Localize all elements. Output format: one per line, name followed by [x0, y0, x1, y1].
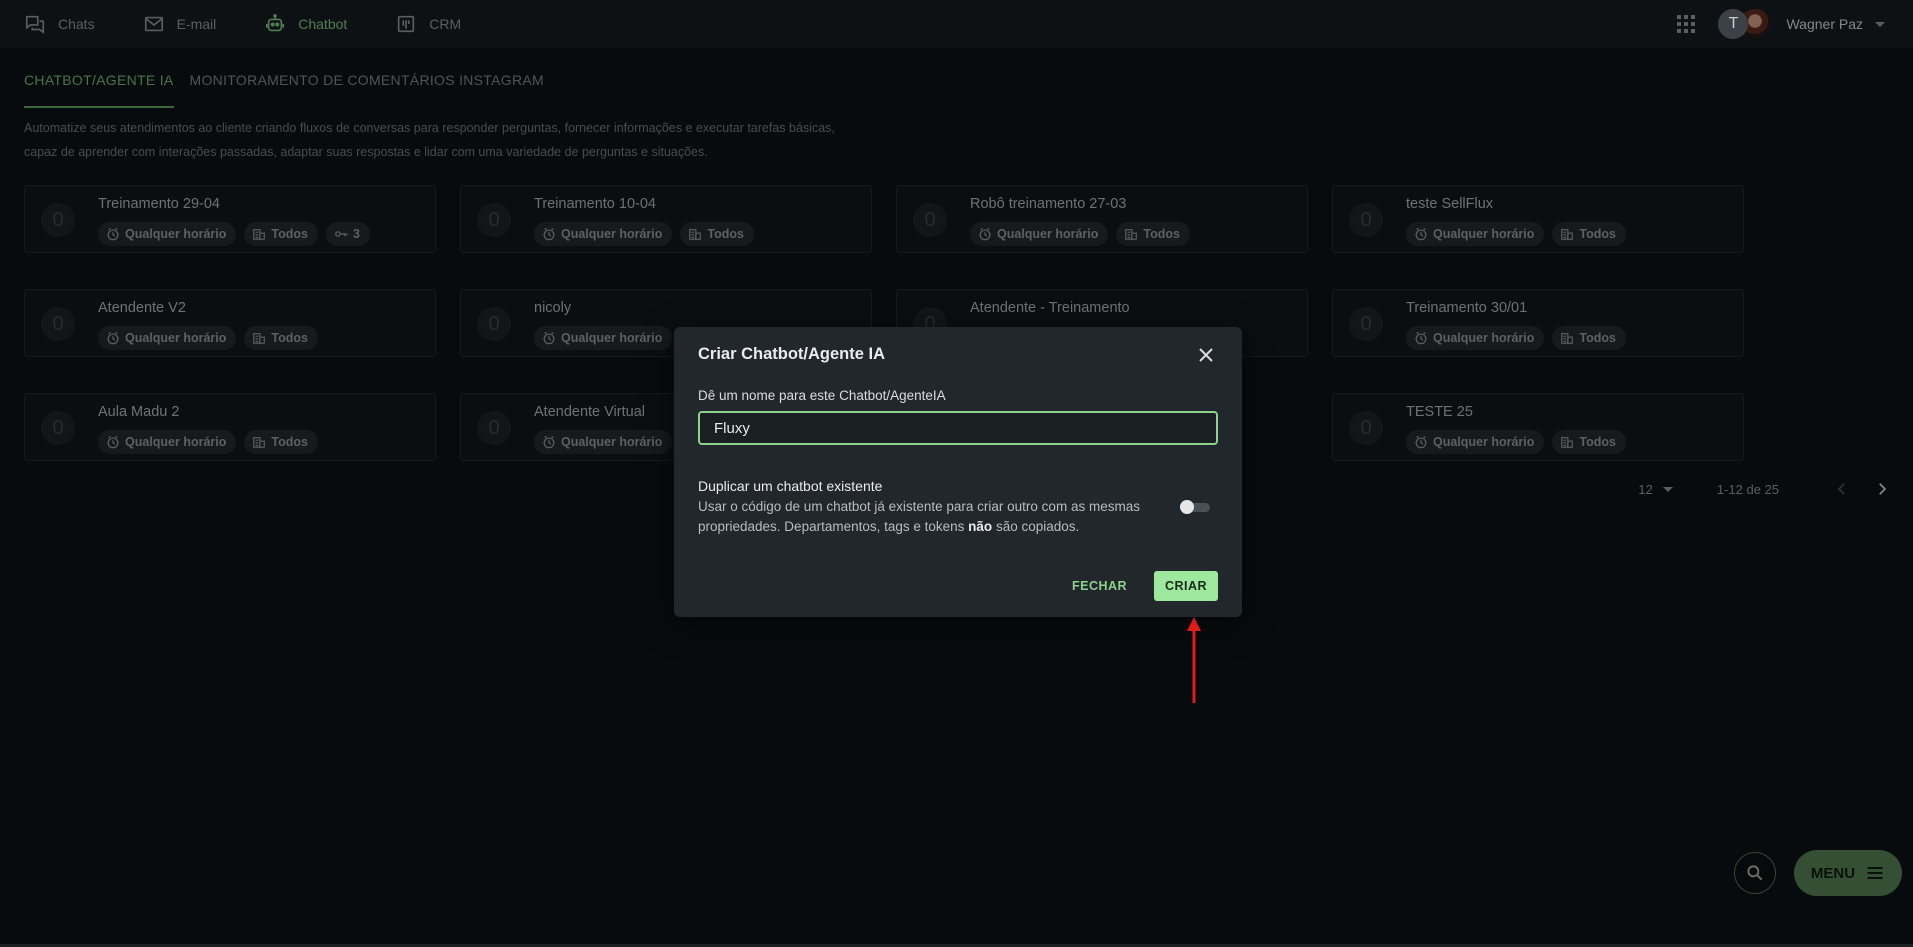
duplicate-description: Usar o código de um chatbot já existente… — [698, 497, 1178, 537]
close-icon[interactable] — [1196, 345, 1216, 365]
name-field-label: Dê um nome para este Chatbot/AgenteIA — [698, 388, 946, 403]
toggle-knob — [1180, 500, 1194, 514]
duplicate-description-text: são copiados. — [992, 519, 1080, 534]
close-button[interactable]: FECHAR — [1062, 571, 1137, 601]
dialog-title: Criar Chatbot/Agente IA — [698, 345, 886, 363]
create-button[interactable]: CRIAR — [1154, 571, 1218, 601]
duplicate-title: Duplicar um chatbot existente — [698, 478, 883, 494]
create-chatbot-dialog: Criar Chatbot/Agente IA Dê um nome para … — [674, 327, 1242, 617]
duplicate-description-bold: não — [968, 519, 993, 534]
chatbot-name-input[interactable] — [698, 411, 1218, 445]
duplicate-toggle[interactable] — [1180, 500, 1212, 514]
annotation-arrow-icon — [1187, 617, 1201, 703]
